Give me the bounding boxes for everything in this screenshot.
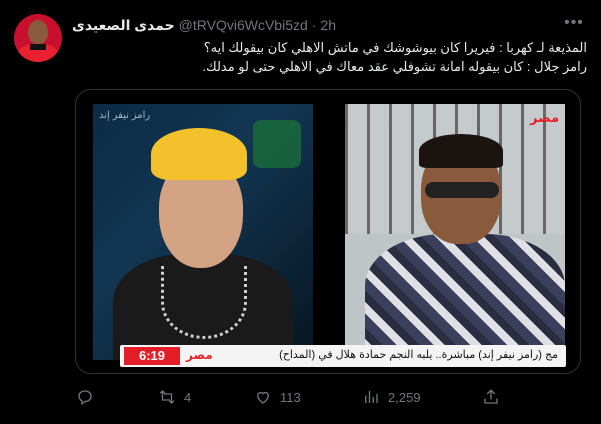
studio-screen <box>253 120 301 168</box>
share-button[interactable] <box>482 385 500 409</box>
retweet-count: 4 <box>184 389 192 405</box>
person-hair <box>151 128 247 180</box>
heart-icon <box>257 391 269 404</box>
clock: 6:19 <box>124 347 180 365</box>
retweet-button[interactable]: 4 <box>158 385 191 409</box>
share-icon <box>484 389 498 404</box>
display-name[interactable]: حمدى الصعيدى <box>72 17 175 34</box>
reply-button[interactable] <box>76 385 102 409</box>
lower-third-banner: 6:19 مصر مج (رامز نيفر إند) مباشرة.. يلب… <box>120 345 566 367</box>
timestamp[interactable]: 2h <box>320 17 336 33</box>
views-icon <box>365 391 378 403</box>
avatar[interactable] <box>14 14 62 62</box>
like-count: 113 <box>280 389 301 405</box>
reply-icon <box>78 390 92 406</box>
tweet-text-line: المذيعة لـ كهربا : فيريرا كان بيوشوشك في… <box>203 40 587 55</box>
person-jacket <box>365 234 565 360</box>
sunglasses <box>425 182 499 198</box>
action-bar: 4 113 2,259 <box>72 385 582 409</box>
more-icon[interactable]: ••• <box>563 14 585 36</box>
views-count: 2,259 <box>388 389 421 405</box>
channel-logo-right: مصر <box>530 110 559 125</box>
avatar-face <box>28 20 48 44</box>
person-chain <box>161 266 247 339</box>
ticker-text: مج (رامز نيفر إند) مباشرة.. يلبه النجم ح… <box>279 349 558 361</box>
retweet-icon <box>159 390 175 404</box>
channel-logo: مصر <box>186 348 213 362</box>
tweet-header: حمدى الصعيدى @tRVQvi6WcVbi5zd · 2h <box>72 16 336 34</box>
views-button[interactable]: 2,259 <box>362 385 421 409</box>
media-panel-left: رامز نيفر إند <box>93 104 313 360</box>
tweet-text-line: رامز جلال : كان بيقوله امانة تشوفلي عقد … <box>202 59 587 74</box>
media-panel-right: مصر <box>345 104 565 360</box>
like-button[interactable]: 113 <box>254 385 301 409</box>
tweet-text: المذيعة لـ كهربا : فيريرا كان بيوشوشك في… <box>72 38 587 76</box>
tweet-media[interactable]: رامز نيفر إند مصر 6:19 مصر مج (رامز نيفر… <box>75 89 581 374</box>
channel-logo-left: رامز نيفر إند <box>99 110 151 121</box>
tweet[interactable]: حمدى الصعيدى @tRVQvi6WcVbi5zd · 2h ••• ا… <box>0 0 601 424</box>
avatar-collar <box>30 44 46 50</box>
separator: · <box>311 17 317 33</box>
person-hair <box>419 134 503 168</box>
user-handle[interactable]: @tRVQvi6WcVbi5zd <box>179 17 308 33</box>
